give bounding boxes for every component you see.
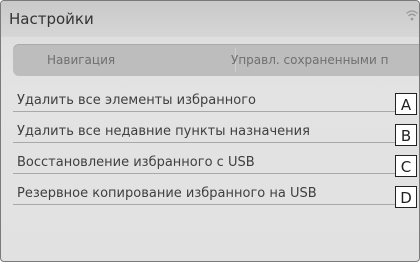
- header-bar: Настройки: [1, 1, 419, 37]
- divider: [13, 142, 397, 143]
- menu-item-label: Удалить все недавние пункты назначения: [17, 124, 310, 139]
- page-title: Настройки: [9, 10, 94, 28]
- callout-b: B: [395, 124, 417, 146]
- settings-screen: Настройки Навигация Управл. сохраненными…: [0, 0, 420, 262]
- tab-bar: Навигация Управл. сохраненными п: [13, 44, 419, 76]
- menu-item-restore-usb[interactable]: Восстановление избранного с USB: [13, 147, 397, 177]
- divider: [13, 111, 397, 112]
- menu-item-backup-usb[interactable]: Резервное копирование избранного на USB: [13, 178, 397, 208]
- menu-item-delete-recent[interactable]: Удалить все недавние пункты назначения: [13, 116, 397, 146]
- menu-item-label: Восстановление избранного с USB: [17, 155, 255, 170]
- signal-icon: [405, 7, 419, 21]
- divider: [13, 173, 397, 174]
- tab-navigation[interactable]: Навигация: [47, 53, 115, 67]
- tab-saved-points[interactable]: Управл. сохраненными п: [231, 53, 388, 67]
- callout-d: D: [395, 186, 417, 208]
- callout-c: C: [395, 155, 417, 177]
- divider: [13, 204, 397, 205]
- menu-item-delete-favorites[interactable]: Удалить все элементы избранного: [13, 85, 397, 115]
- menu-item-label: Резервное копирование избранного на USB: [17, 186, 317, 201]
- callout-a: A: [395, 93, 417, 115]
- menu-item-label: Удалить все элементы избранного: [17, 93, 256, 108]
